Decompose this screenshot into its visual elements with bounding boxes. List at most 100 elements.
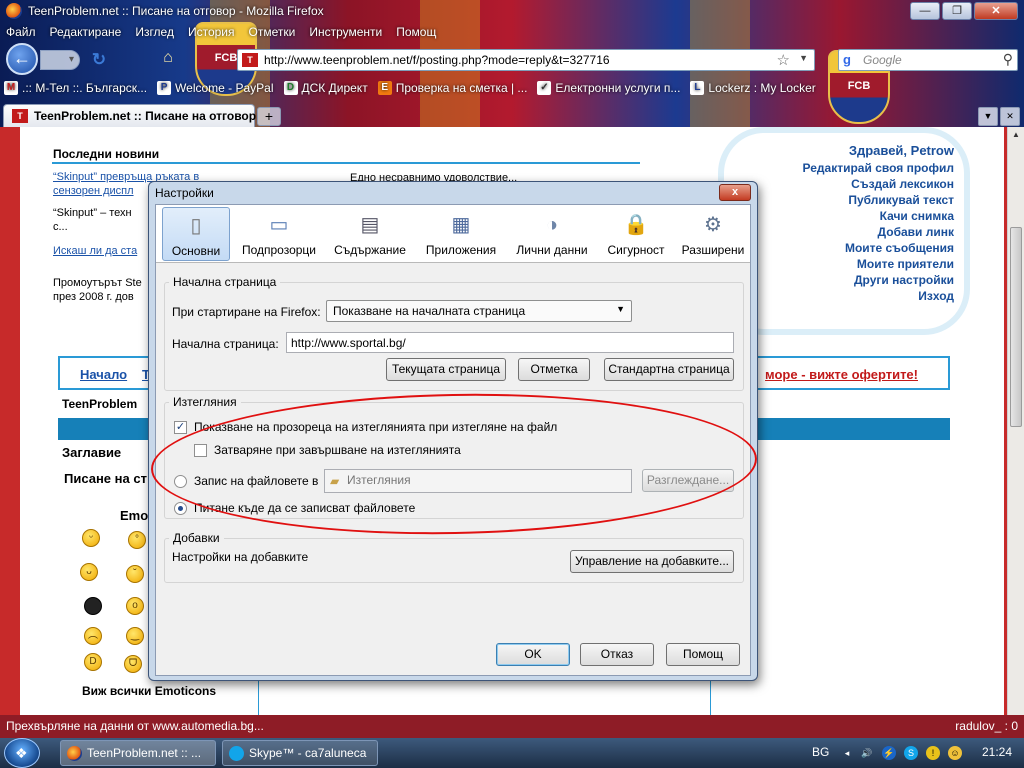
- taskbar-item-firefox[interactable]: TeenProblem.net :: ...: [60, 740, 216, 766]
- link-add-link[interactable]: Добави линк: [878, 225, 954, 239]
- show-hidden-icons-icon[interactable]: ◂: [840, 746, 854, 760]
- link-other-settings[interactable]: Други настройки: [854, 273, 954, 287]
- ask-where-radio[interactable]: [174, 502, 187, 515]
- link-create-lexicon[interactable]: Създай лексикон: [851, 177, 954, 191]
- bookmark-item[interactable]: M.:: М-Тел ::. Българск...: [4, 77, 147, 99]
- menu-view[interactable]: Изглед: [135, 22, 174, 42]
- startup-select[interactable]: Показване на началната страница ▼: [326, 300, 632, 322]
- nav-home-link[interactable]: Начало: [80, 367, 127, 382]
- speaker-icon[interactable]: 🔊: [860, 746, 874, 760]
- show-downloads-checkbox[interactable]: ✓: [174, 421, 187, 434]
- wink-smiley-icon[interactable]: ˘: [126, 565, 144, 583]
- menu-file[interactable]: Файл: [6, 22, 36, 42]
- bookmark-item[interactable]: P Welcome - PayPal: [157, 77, 274, 99]
- menu-help[interactable]: Помощ: [396, 22, 436, 42]
- news-link[interactable]: Искаш ли да ста: [53, 245, 137, 257]
- link-my-messages[interactable]: Моите съобщения: [845, 241, 954, 255]
- link-publish-text[interactable]: Публикувай текст: [848, 193, 954, 207]
- bookmark-item[interactable]: D ДСК Директ: [283, 77, 368, 99]
- bomb-icon[interactable]: [84, 597, 102, 615]
- menu-history[interactable]: История: [188, 22, 235, 42]
- restore-default-button[interactable]: Стандартна страница: [604, 358, 734, 381]
- menu-tools[interactable]: Инструменти: [309, 22, 382, 42]
- tab-applications[interactable]: ▦ Приложения: [418, 207, 504, 261]
- party-smiley-icon[interactable]: ᴗ: [80, 563, 98, 581]
- taskbar-item-label: TeenProblem.net :: ...: [87, 746, 202, 760]
- news-link[interactable]: сензорен диспл: [53, 185, 134, 197]
- ok-button[interactable]: OK: [496, 643, 570, 666]
- search-box[interactable]: g Google ⚲: [838, 49, 1018, 71]
- grin-smiley-icon[interactable]: ᵕ: [82, 529, 100, 547]
- url-dropdown-icon[interactable]: ▼: [799, 53, 808, 63]
- tab-advanced[interactable]: ⚙ Разширени: [678, 207, 748, 261]
- tab-close-icon[interactable]: ✕: [1000, 107, 1020, 126]
- write-label: Писане на ст: [64, 471, 147, 486]
- maximize-button[interactable]: ❐: [942, 2, 972, 20]
- tab-main[interactable]: ▯ Основни: [162, 207, 230, 261]
- browse-button[interactable]: Разглеждане...: [642, 469, 734, 492]
- tab-label: Сигурност: [607, 243, 665, 257]
- smile-smiley-icon[interactable]: ‿: [126, 627, 144, 645]
- bookmark-star-icon[interactable]: ☆: [777, 51, 790, 69]
- link-edit-profile[interactable]: Редактирай своя профил: [803, 161, 954, 175]
- close-button[interactable]: ✕: [974, 2, 1018, 20]
- clock[interactable]: 21:24: [982, 745, 1012, 759]
- forward-history-button[interactable]: ▾: [40, 50, 80, 70]
- page-scrollbar[interactable]: ▲: [1007, 127, 1024, 715]
- menu-bookmarks[interactable]: Отметки: [249, 22, 296, 42]
- use-current-page-button[interactable]: Текущата страница: [386, 358, 506, 381]
- search-icon[interactable]: ⚲: [1003, 51, 1013, 68]
- minimize-button[interactable]: —: [910, 2, 940, 20]
- homepage-field[interactable]: http://www.sportal.bg/: [286, 332, 734, 353]
- link-upload-photo[interactable]: Качи снимка: [880, 209, 954, 223]
- column-title: Заглавие: [62, 445, 122, 460]
- tab-content[interactable]: ▤ Съдържание: [328, 207, 412, 261]
- network-icon[interactable]: ⚡: [882, 746, 896, 760]
- tabs-icon: ▭: [269, 214, 289, 236]
- bookmark-item[interactable]: ✓ Електронни услуги п...: [537, 77, 680, 99]
- manage-addons-button[interactable]: Управление на добавките...: [570, 550, 734, 573]
- skype-tray-icon[interactable]: S: [904, 746, 918, 760]
- reload-icon[interactable]: ↻: [88, 50, 110, 70]
- sad-smiley-icon[interactable]: ︵: [84, 627, 102, 645]
- link-my-friends[interactable]: Моите приятели: [857, 257, 954, 271]
- menu-edit[interactable]: Редактиране: [50, 22, 122, 42]
- tab-label: Лични данни: [516, 243, 588, 257]
- messenger-icon[interactable]: ☺: [948, 746, 962, 760]
- link-logout[interactable]: Изход: [918, 289, 954, 303]
- new-tab-button[interactable]: +: [257, 107, 281, 126]
- dialog-close-button[interactable]: x: [719, 184, 751, 201]
- google-icon[interactable]: g: [843, 53, 859, 67]
- scroll-up-icon[interactable]: ▲: [1008, 127, 1024, 143]
- all-emoticons-link[interactable]: Виж всички Emoticons: [82, 684, 216, 698]
- save-to-label: Запис на файловете в: [194, 474, 319, 488]
- taskbar-item-label: Skype™ - ca7aluneca: [249, 746, 367, 760]
- close-when-done-checkbox[interactable]: [194, 444, 207, 457]
- shocked-smiley-icon[interactable]: o: [126, 597, 144, 615]
- tab-teenproblem[interactable]: T TeenProblem.net :: Писане на отговор: [3, 104, 256, 127]
- flag-icon[interactable]: !: [926, 746, 940, 760]
- skype-icon: [229, 746, 244, 761]
- help-button[interactable]: Помощ: [666, 643, 740, 666]
- promo-link[interactable]: море - вижте офертите!: [765, 367, 918, 382]
- tab-tabs[interactable]: ▭ Подпрозорци: [236, 207, 322, 261]
- save-to-radio[interactable]: [174, 475, 187, 488]
- use-bookmark-button[interactable]: Отметка: [518, 358, 590, 381]
- confused-smiley-icon[interactable]: °: [128, 531, 146, 549]
- bookmark-item[interactable]: E Проверка на сметка | ...: [377, 77, 527, 99]
- cancel-button[interactable]: Отказ: [580, 643, 654, 666]
- taskbar-item-skype[interactable]: Skype™ - ca7aluneca: [222, 740, 378, 766]
- language-indicator[interactable]: BG: [812, 745, 829, 759]
- tab-security[interactable]: 🔒 Сигурност: [600, 207, 672, 261]
- cheer-smiley-icon[interactable]: ᗜ: [124, 655, 142, 673]
- url-bar[interactable]: T http://www.teenproblem.net/f/posting.p…: [237, 49, 815, 71]
- tab-privacy[interactable]: ◑ Лични данни: [510, 207, 594, 261]
- start-button[interactable]: ❖: [4, 738, 40, 768]
- scroll-thumb[interactable]: [1010, 227, 1022, 427]
- laugh-smiley-icon[interactable]: D: [84, 653, 102, 671]
- tab-list-button[interactable]: ▼: [978, 107, 998, 126]
- back-button[interactable]: ←: [6, 43, 38, 75]
- folder-icon: ▰: [330, 474, 340, 488]
- home-icon[interactable]: ⌂: [158, 49, 178, 69]
- bookmark-item[interactable]: L Lockerz : My Locker: [690, 77, 816, 99]
